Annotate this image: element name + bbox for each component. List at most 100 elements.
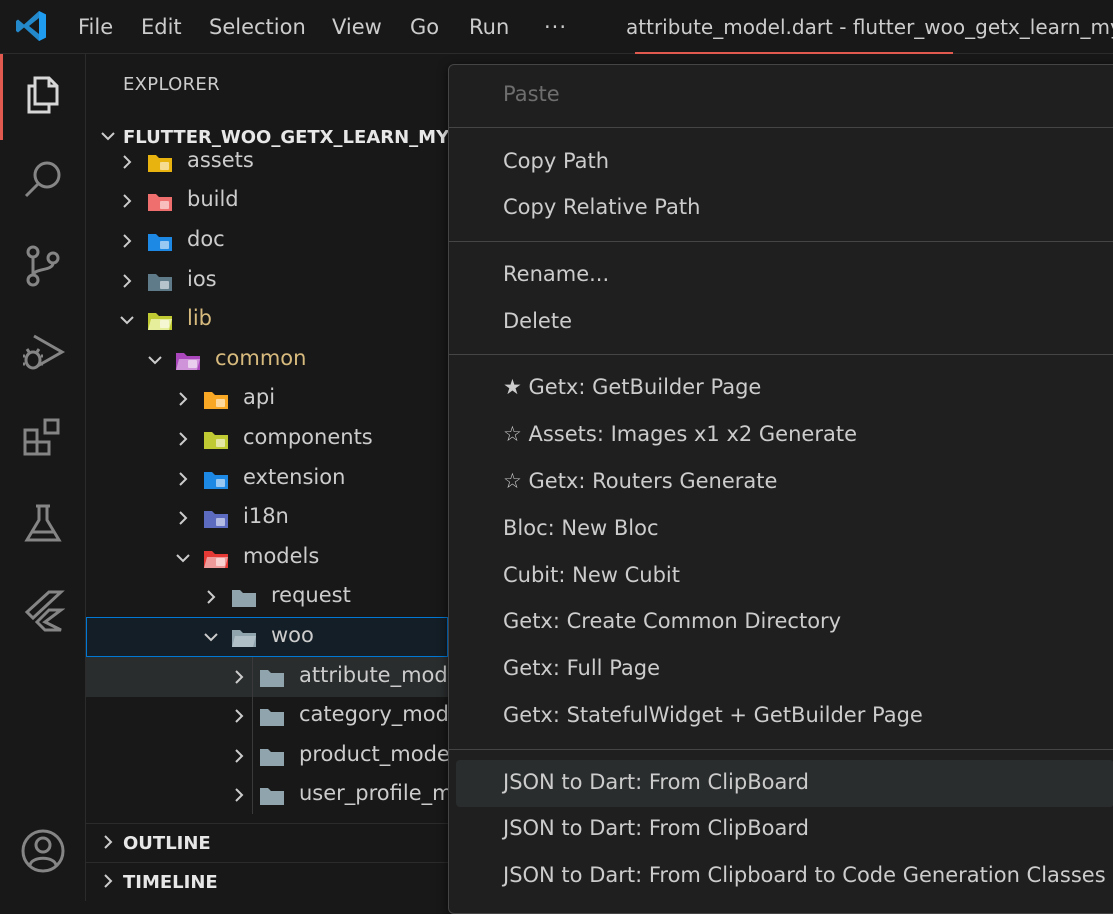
- tree-item-label: extension: [243, 465, 346, 489]
- sidebar-title: EXPLORER: [123, 74, 220, 95]
- accounts-activity[interactable]: [0, 811, 86, 891]
- menu-separator: [449, 354, 1113, 355]
- menu-item-label: Rename...: [503, 262, 610, 286]
- menu-item-json-codegen[interactable]: JSON to Dart: From Clipboard to Code Gen…: [449, 853, 1113, 900]
- menu-separator: [449, 241, 1113, 242]
- tree-item-product-model[interactable]: product_model: [86, 736, 456, 776]
- title-bar: File Edit Selection View Go Run ··· attr…: [0, 0, 1113, 54]
- timeline-section-header[interactable]: TIMELINE: [86, 862, 466, 901]
- menu-item-label: Copy Relative Path: [503, 195, 701, 219]
- folder-icon: [232, 590, 256, 607]
- tree-item-models[interactable]: models: [86, 538, 448, 578]
- menu-run[interactable]: Run: [469, 0, 509, 54]
- menu-item-label: JSON to Dart: From ClipBoard: [503, 770, 809, 794]
- chevron-right-icon: [179, 432, 188, 446]
- chevron-right-icon: [179, 472, 188, 486]
- menu-file[interactable]: File: [78, 0, 113, 54]
- chevron-down-icon: [176, 554, 190, 563]
- search-icon: [24, 161, 61, 198]
- tree-item-extension[interactable]: extension: [86, 459, 448, 499]
- menu-item-rename[interactable]: Rename...: [449, 252, 1113, 299]
- extensions-icon: [23, 418, 60, 456]
- folder-assets-icon: [148, 155, 172, 172]
- chevron-right-icon: [104, 874, 113, 888]
- menu-item-delete[interactable]: Delete: [449, 299, 1113, 346]
- menu-item-json-clipboard-2[interactable]: JSON to Dart: From ClipBoard: [449, 806, 1113, 853]
- extensions-activity[interactable]: [0, 398, 86, 478]
- tree-item-label: api: [243, 385, 276, 409]
- menu-item-paste[interactable]: Paste: [449, 72, 1113, 119]
- folder-icon: [260, 670, 284, 687]
- tree-item-request[interactable]: request: [86, 577, 448, 617]
- testing-activity[interactable]: [0, 484, 86, 564]
- chevron-right-icon: [179, 392, 188, 406]
- menu-edit[interactable]: Edit: [141, 0, 182, 54]
- tree-item-components[interactable]: components: [86, 419, 448, 459]
- folder-doc-icon: [148, 234, 172, 251]
- menu-item-getx-common-dir[interactable]: Getx: Create Common Directory: [449, 599, 1113, 646]
- menu-selection[interactable]: Selection: [209, 0, 306, 54]
- tree-item-ios[interactable]: ios: [86, 261, 448, 301]
- chevron-down-icon: [148, 356, 162, 365]
- tree-item-label: product_model: [299, 742, 456, 766]
- tree-item-user-profile-model[interactable]: user_profile_model: [86, 775, 498, 815]
- search-activity[interactable]: [0, 140, 86, 220]
- menu-view[interactable]: View: [332, 0, 382, 54]
- folder-icon: [260, 749, 284, 766]
- chevron-right-icon: [235, 709, 244, 723]
- tree-item-api[interactable]: api: [86, 379, 448, 419]
- tree-item-woo[interactable]: woo: [86, 617, 448, 657]
- menu-item-cubit-new[interactable]: Cubit: New Cubit: [449, 553, 1113, 600]
- tree-item-label: i18n: [243, 504, 289, 528]
- explorer-sidebar: EXPLORER FLUTTER_WOO_GETX_LEARN_MY asset…: [86, 54, 498, 901]
- activity-bar: [0, 54, 86, 901]
- tree-item-lib[interactable]: lib: [86, 300, 448, 340]
- chevron-right-icon: [207, 590, 216, 604]
- folder-components-icon: [204, 432, 228, 449]
- menu-item-copy-path[interactable]: Copy Path: [449, 139, 1113, 186]
- chevron-right-icon: [235, 670, 244, 684]
- outline-section-header[interactable]: OUTLINE: [86, 823, 466, 862]
- tree-item-label: category_model: [299, 702, 468, 726]
- tree-item-common[interactable]: common: [86, 340, 448, 380]
- folder-api-icon: [204, 392, 228, 409]
- tree-item-build[interactable]: build: [86, 181, 448, 221]
- menu-item-copy-relative-path[interactable]: Copy Relative Path: [449, 185, 1113, 232]
- menu-item-json-clipboard-1[interactable]: JSON to Dart: From ClipBoard: [456, 760, 1113, 807]
- tree-item-label: attribute_model: [299, 663, 467, 687]
- chevron-right-icon: [235, 788, 244, 802]
- tree-item-label: components: [243, 425, 373, 449]
- vscode-logo-icon[interactable]: [14, 9, 48, 43]
- menu-item-getx-full-page[interactable]: Getx: Full Page: [449, 646, 1113, 693]
- folder-i18n-icon: [204, 511, 228, 528]
- tree-item-label: woo: [271, 623, 314, 647]
- outline-label: OUTLINE: [123, 833, 211, 854]
- timeline-label: TIMELINE: [123, 872, 218, 893]
- folder-models-icon: [204, 551, 228, 568]
- flutter-icon: [24, 590, 65, 632]
- menu-item-bloc-new[interactable]: Bloc: New Bloc: [449, 506, 1113, 553]
- menu-item-getx-getbuilder[interactable]: ★ Getx: GetBuilder Page: [449, 365, 1113, 412]
- menu-separator: [449, 127, 1113, 128]
- menu-more[interactable]: ···: [544, 0, 567, 54]
- menu-item-label: Cubit: New Cubit: [503, 563, 680, 587]
- flutter-activity[interactable]: [0, 570, 86, 650]
- menu-go[interactable]: Go: [410, 0, 439, 54]
- menu-item-assets-images[interactable]: ☆ Assets: Images x1 x2 Generate: [449, 412, 1113, 459]
- menu-item-label: JSON to Dart: From Clipboard to Code Gen…: [503, 863, 1106, 887]
- tree-item-attribute-model[interactable]: attribute_model: [86, 657, 467, 697]
- tree-item-i18n[interactable]: i18n: [86, 498, 448, 538]
- folder-open-icon: [232, 630, 256, 647]
- tree-item-label: models: [243, 544, 320, 568]
- menu-item-label: Getx: Create Common Directory: [503, 609, 842, 633]
- tree-item-assets[interactable]: assets: [86, 142, 448, 182]
- run-debug-activity[interactable]: [0, 312, 86, 392]
- folder-ios-icon: [148, 274, 172, 291]
- tree-item-category-model[interactable]: category_model: [86, 696, 468, 736]
- tree-item-doc[interactable]: doc: [86, 221, 448, 261]
- context-menu: Paste Copy Path Copy Relative Path Renam…: [448, 64, 1113, 914]
- explorer-activity[interactable]: [0, 54, 86, 140]
- menu-item-getx-stateful[interactable]: Getx: StatefulWidget + GetBuilder Page: [449, 693, 1113, 740]
- menu-item-getx-routers[interactable]: ☆ Getx: Routers Generate: [449, 459, 1113, 506]
- source-control-activity[interactable]: [0, 226, 86, 306]
